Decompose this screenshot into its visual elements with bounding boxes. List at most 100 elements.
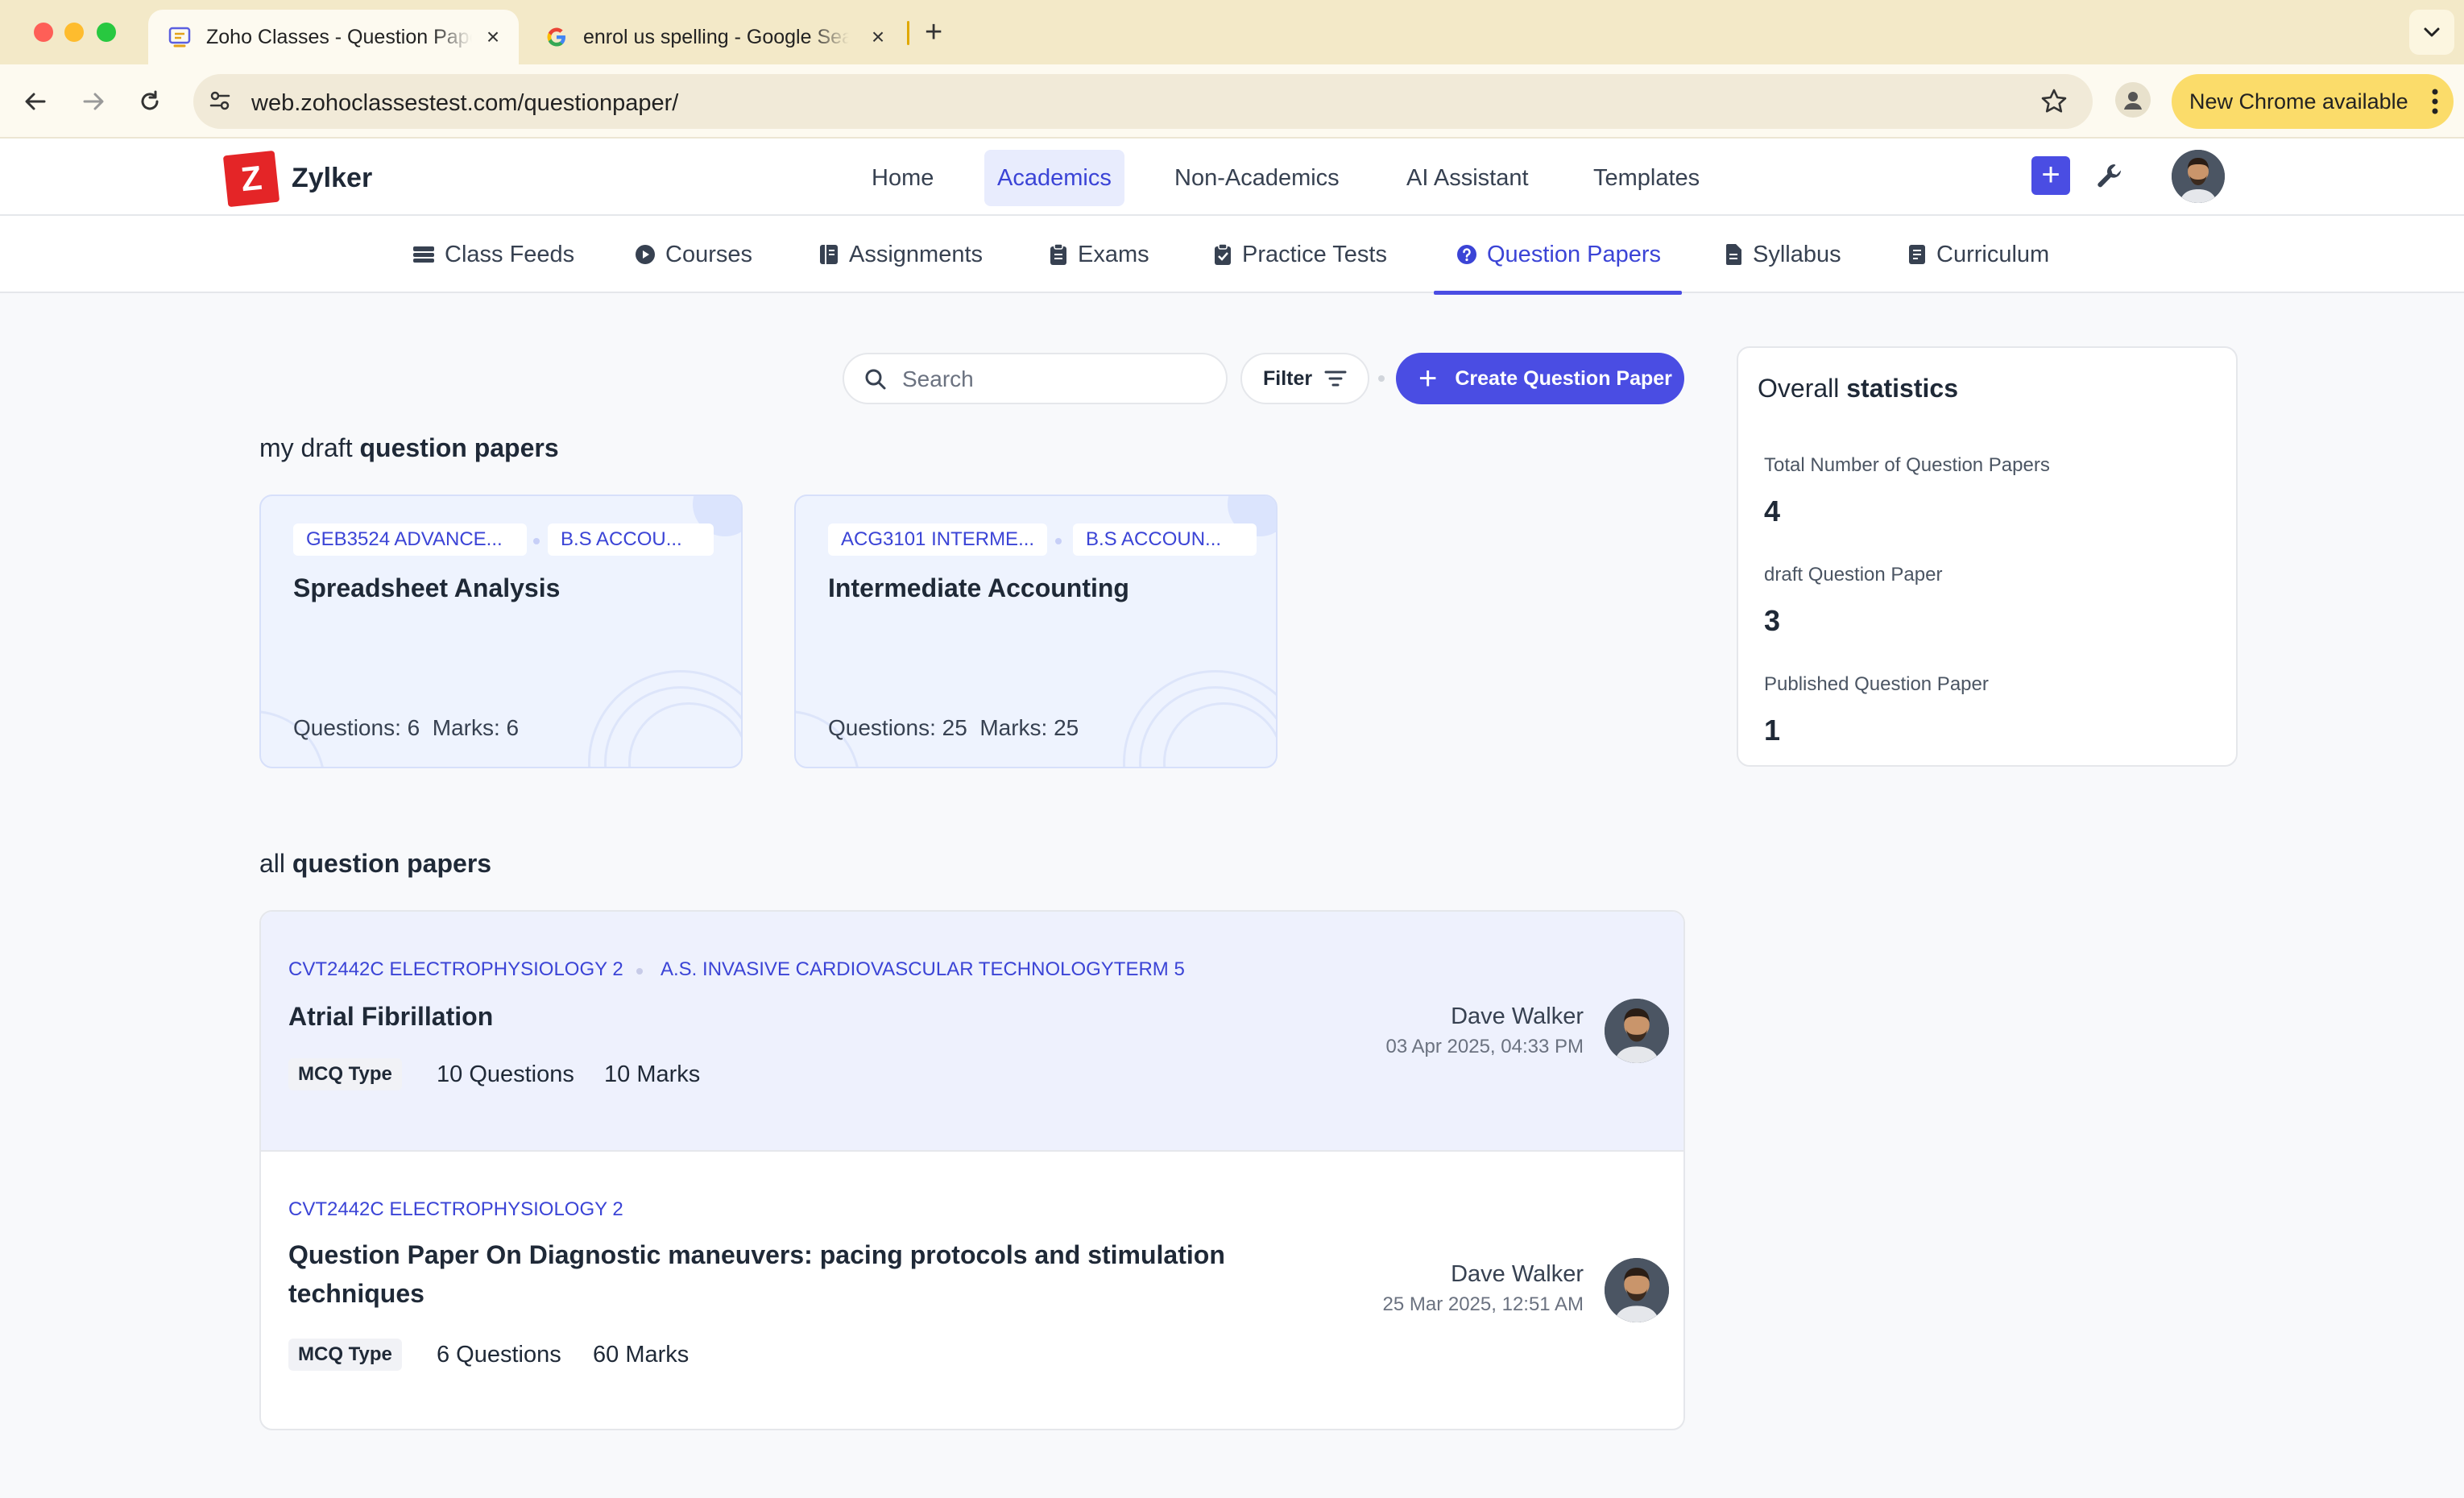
subnav-curriculum[interactable]: Curriculum xyxy=(1907,216,2049,293)
subnav-label: Courses xyxy=(665,241,752,267)
program-tag: B.S ACCOUN... xyxy=(1073,523,1257,556)
question-paper-row[interactable]: CVT2442C ELECTROPHYSIOLOGY 2 A.S. INVASI… xyxy=(261,912,1683,1152)
assignments-book-icon xyxy=(818,243,839,266)
tab-divider xyxy=(907,21,909,45)
heading-prefix: my draft xyxy=(259,433,353,462)
filter-label: Filter xyxy=(1263,366,1313,390)
toolbar-divider-dot xyxy=(1378,375,1385,382)
play-circle-icon xyxy=(635,244,656,265)
maximize-window-button[interactable] xyxy=(97,23,116,42)
nav-non-academics[interactable]: Non-Academics xyxy=(1162,150,1352,206)
heading-bold: statistics xyxy=(1846,374,1958,403)
nav-templates[interactable]: Templates xyxy=(1580,150,1712,206)
subnav-assignments[interactable]: Assignments xyxy=(818,216,983,293)
heading-prefix: Overall xyxy=(1758,374,1840,403)
type-badge: MCQ Type xyxy=(288,1058,402,1090)
brand-name[interactable]: Zylker xyxy=(292,163,372,194)
new-tab-icon[interactable]: + xyxy=(925,16,942,48)
zylker-logo[interactable]: Z xyxy=(222,150,280,208)
bookmark-star-icon[interactable] xyxy=(2040,87,2069,120)
close-window-button[interactable] xyxy=(34,23,53,42)
nav-academics[interactable]: Academics xyxy=(984,150,1124,206)
arrow-left-icon xyxy=(25,93,46,110)
heading-prefix: all xyxy=(259,849,286,878)
nav-home[interactable]: Home xyxy=(859,150,946,206)
back-button[interactable] xyxy=(18,84,53,119)
filter-button[interactable]: Filter xyxy=(1240,353,1369,404)
browser-tab-inactive[interactable]: enrol us spelling - Google Search × xyxy=(525,10,904,64)
more-menu-icon[interactable] xyxy=(2431,85,2439,118)
tab-search-button[interactable] xyxy=(2409,10,2454,55)
add-button[interactable]: + xyxy=(2031,156,2070,195)
document-icon xyxy=(1724,243,1743,266)
class-feeds-icon xyxy=(412,245,435,264)
question-circle-icon xyxy=(1456,244,1477,265)
question-count: 6 Questions xyxy=(437,1342,561,1368)
subnav-practice-tests[interactable]: Practice Tests xyxy=(1213,216,1387,293)
browser-profile-icon[interactable] xyxy=(2115,82,2151,118)
tag-separator-dot xyxy=(1055,538,1062,544)
url-text: web.zohoclassestest.com/questionpaper/ xyxy=(251,90,679,116)
stat-value: 3 xyxy=(1764,604,1781,637)
program-tag: B.S ACCOU... xyxy=(548,523,714,556)
author-avatar xyxy=(1605,1258,1669,1322)
all-section-heading: all question papers xyxy=(259,849,491,879)
close-tab-icon[interactable]: × xyxy=(482,26,504,48)
address-bar[interactable]: web.zohoclassestest.com/questionpaper/ xyxy=(193,74,2093,129)
subnav-label: Curriculum xyxy=(1936,241,2050,267)
logo-letter: Z xyxy=(238,158,264,199)
curriculum-book-icon xyxy=(1907,243,1927,266)
subnav-class-feeds[interactable]: Class Feeds xyxy=(412,216,574,293)
question-paper-title[interactable]: Question Paper On Diagnostic maneuvers: … xyxy=(288,1235,1255,1313)
question-paper-row[interactable]: CVT2442C ELECTROPHYSIOLOGY 2 Question Pa… xyxy=(261,1153,1683,1429)
author-name: Dave Walker xyxy=(1451,1261,1584,1287)
wrench-settings-icon[interactable] xyxy=(2093,159,2126,197)
browser-toolbar: web.zohoclassestest.com/questionpaper/ xyxy=(0,64,2464,139)
subnav-label: Practice Tests xyxy=(1242,241,1387,267)
subnav-exams[interactable]: Exams xyxy=(1049,216,1149,293)
type-badge: MCQ Type xyxy=(288,1339,402,1371)
tag-separator-dot xyxy=(533,538,540,544)
program-link[interactable]: A.S. INVASIVE CARDIOVASCULAR TECHNOLOGYT… xyxy=(661,958,1185,981)
reload-button[interactable] xyxy=(132,84,168,119)
question-paper-title[interactable]: Atrial Fibrillation xyxy=(288,997,493,1036)
course-link[interactable]: CVT2442C ELECTROPHYSIOLOGY 2 xyxy=(288,1198,623,1221)
subnav-courses[interactable]: Courses xyxy=(635,216,752,293)
app-header: Z Zylker Home Academics Non-Academics AI… xyxy=(0,139,2464,216)
tab-title: Zoho Classes - Question Papers xyxy=(206,25,472,48)
subnav-syllabus[interactable]: Syllabus xyxy=(1724,216,1841,293)
draft-card[interactable]: GEB3524 ADVANCE... B.S ACCOU... Spreadsh… xyxy=(259,495,743,768)
search-input[interactable] xyxy=(902,364,1208,395)
browser-tab-active[interactable]: Zoho Classes - Question Papers × xyxy=(148,10,519,64)
arrow-right-icon xyxy=(83,93,104,110)
subnav-label: Question Papers xyxy=(1487,241,1662,267)
stats-heading: Overall statistics xyxy=(1758,374,1958,403)
site-settings-icon[interactable] xyxy=(208,89,232,117)
marks-count: 10 Marks xyxy=(604,1061,701,1087)
forward-button[interactable] xyxy=(76,84,111,119)
stat-label: Published Question Paper xyxy=(1764,673,1989,695)
stat-value: 4 xyxy=(1764,495,1781,528)
stat-value: 1 xyxy=(1764,714,1781,747)
create-question-paper-button[interactable]: + Create Question Paper xyxy=(1396,353,1684,404)
plus-icon: + xyxy=(1418,361,1438,396)
draft-meta: Questions: 6 Marks: 6 xyxy=(293,715,520,740)
tab-title: enrol us spelling - Google Search xyxy=(583,25,849,48)
subnav-question-papers[interactable]: Question Papers xyxy=(1433,216,1683,295)
close-tab-icon[interactable]: × xyxy=(867,26,889,48)
modified-date: 25 Mar 2025, 12:51 AM xyxy=(1382,1293,1584,1315)
minimize-window-button[interactable] xyxy=(64,23,84,42)
academics-subnav: Class Feeds Courses Assignments Exams Pr… xyxy=(0,216,2464,295)
course-tag: ACG3101 INTERME... xyxy=(828,523,1047,556)
browser-tab-bar: Zoho Classes - Question Papers × enrol u… xyxy=(0,0,2464,64)
search-box[interactable] xyxy=(843,353,1228,404)
nav-ai-assistant[interactable]: AI Assistant xyxy=(1394,150,1542,206)
course-link[interactable]: CVT2442C ELECTROPHYSIOLOGY 2 xyxy=(288,958,623,981)
user-avatar[interactable] xyxy=(2172,150,2225,203)
search-icon xyxy=(863,367,888,395)
draft-card[interactable]: ACG3101 INTERME... B.S ACCOUN... Interme… xyxy=(794,495,1278,768)
google-favicon-icon xyxy=(545,25,569,49)
subnav-label: Class Feeds xyxy=(445,241,575,267)
subnav-label: Assignments xyxy=(849,241,984,267)
new-chrome-available-button[interactable]: New Chrome available xyxy=(2172,74,2454,129)
